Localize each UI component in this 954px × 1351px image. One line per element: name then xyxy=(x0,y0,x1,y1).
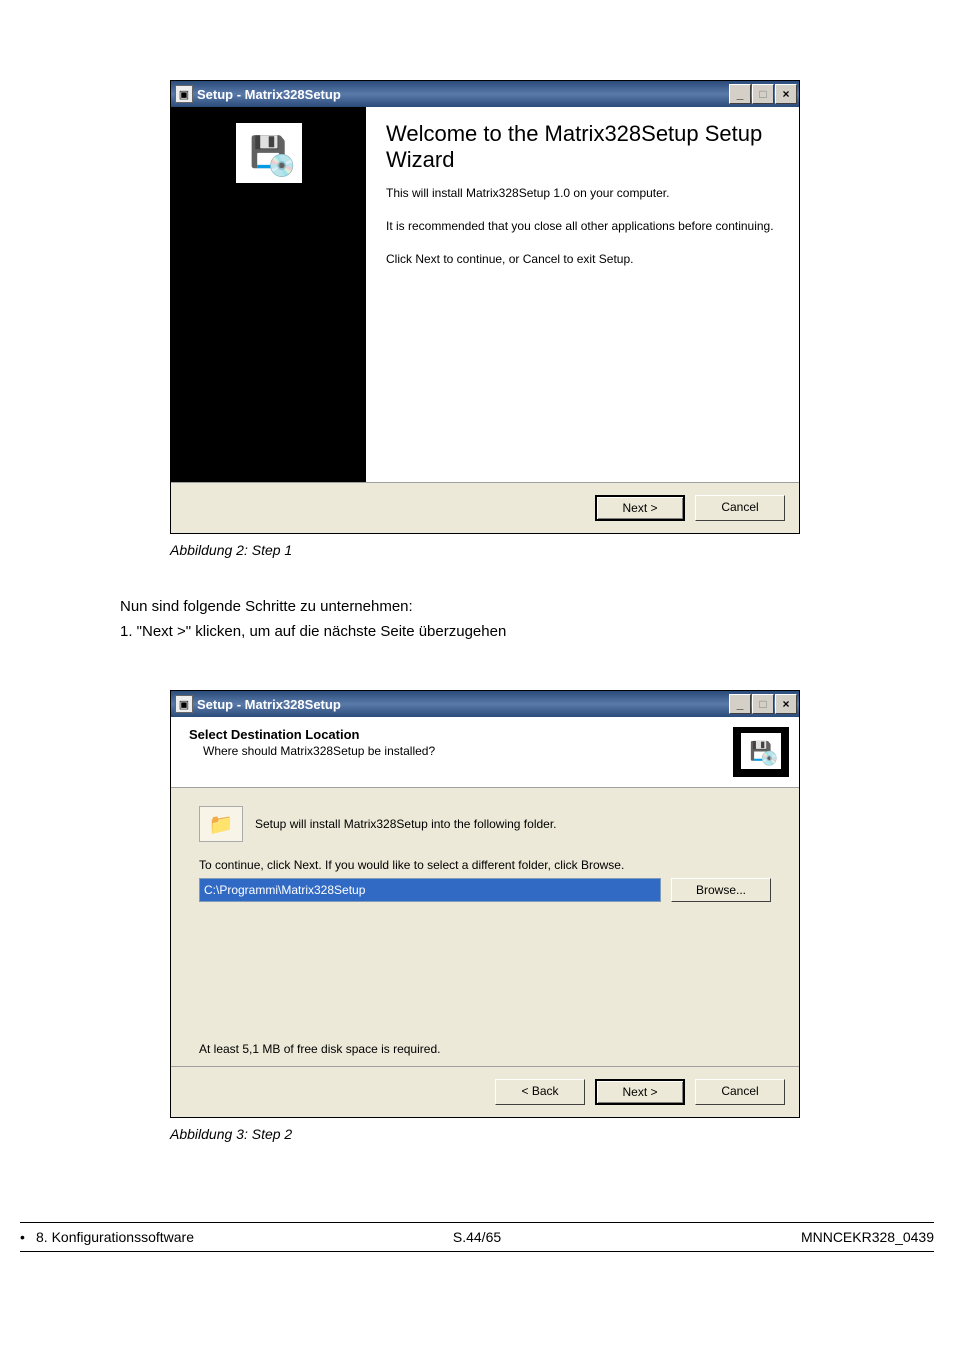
figure-caption: Abbildung 3: Step 2 xyxy=(170,1126,904,1142)
installer-icon: 💾 💿 xyxy=(234,121,304,185)
minimize-button[interactable]: _ xyxy=(729,84,751,104)
wizard2-banner: 💾 💿 xyxy=(733,727,789,777)
close-button[interactable]: × xyxy=(775,694,797,714)
next-button[interactable]: Next > xyxy=(595,495,685,521)
wizard2-title: Select Destination Location xyxy=(189,727,733,742)
wizard-text: This will install Matrix328Setup 1.0 on … xyxy=(386,185,781,202)
page-footer: •8. Konfigurationssoftware S.44/65 MNNCE… xyxy=(20,1222,934,1252)
window-title: Setup - Matrix328Setup xyxy=(197,87,728,102)
wizard-text: It is recommended that you close all oth… xyxy=(386,218,781,235)
wizard1-window: ▣ Setup - Matrix328Setup _ □ × 💾 💿 Welco… xyxy=(170,80,800,534)
app-icon: ▣ xyxy=(175,695,193,713)
titlebar: ▣ Setup - Matrix328Setup _ □ × xyxy=(171,691,799,717)
titlebar: ▣ Setup - Matrix328Setup _ □ × xyxy=(171,81,799,107)
footer-right: MNNCEKR328_0439 xyxy=(629,1229,934,1245)
figure-caption: Abbildung 2: Step 1 xyxy=(170,542,904,558)
list-item: 1. "Next >" klicken, um auf die nächste … xyxy=(120,623,904,640)
back-button[interactable]: < Back xyxy=(495,1079,585,1105)
wizard2-subtitle: Where should Matrix328Setup be installed… xyxy=(203,744,733,758)
wizard2-header: Select Destination Location Where should… xyxy=(171,717,799,788)
button-row: Next > Cancel xyxy=(171,482,799,533)
button-row: < Back Next > Cancel xyxy=(171,1066,799,1117)
close-button[interactable]: × xyxy=(775,84,797,104)
footer-left: 8. Konfigurationssoftware xyxy=(36,1229,194,1245)
minimize-button[interactable]: _ xyxy=(729,694,751,714)
window-title: Setup - Matrix328Setup xyxy=(197,697,728,712)
app-icon: ▣ xyxy=(175,85,193,103)
footer-center: S.44/65 xyxy=(325,1229,630,1245)
wizard2-window: ▣ Setup - Matrix328Setup _ □ × Select De… xyxy=(170,690,800,1118)
installer-icon: 💾 💿 xyxy=(739,731,783,771)
cancel-button[interactable]: Cancel xyxy=(695,1079,785,1105)
cancel-button[interactable]: Cancel xyxy=(695,495,785,521)
disk-space-text: At least 5,1 MB of free disk space is re… xyxy=(199,1042,771,1056)
wizard2-line: To continue, click Next. If you would li… xyxy=(199,858,771,872)
maximize-button: □ xyxy=(752,84,774,104)
wizard-side-banner: 💾 💿 xyxy=(171,107,366,482)
body-paragraph: Nun sind folgende Schritte zu unternehme… xyxy=(120,598,904,615)
wizard-heading: Welcome to the Matrix328Setup Setup Wiza… xyxy=(386,121,781,173)
folder-icon: 📁 xyxy=(199,806,243,842)
browse-button[interactable]: Browse... xyxy=(671,878,771,902)
next-button[interactable]: Next > xyxy=(595,1079,685,1105)
maximize-button: □ xyxy=(752,694,774,714)
install-path-input[interactable] xyxy=(199,878,661,902)
wizard-text: Click Next to continue, or Cancel to exi… xyxy=(386,251,781,268)
wizard2-line: Setup will install Matrix328Setup into t… xyxy=(255,817,557,831)
